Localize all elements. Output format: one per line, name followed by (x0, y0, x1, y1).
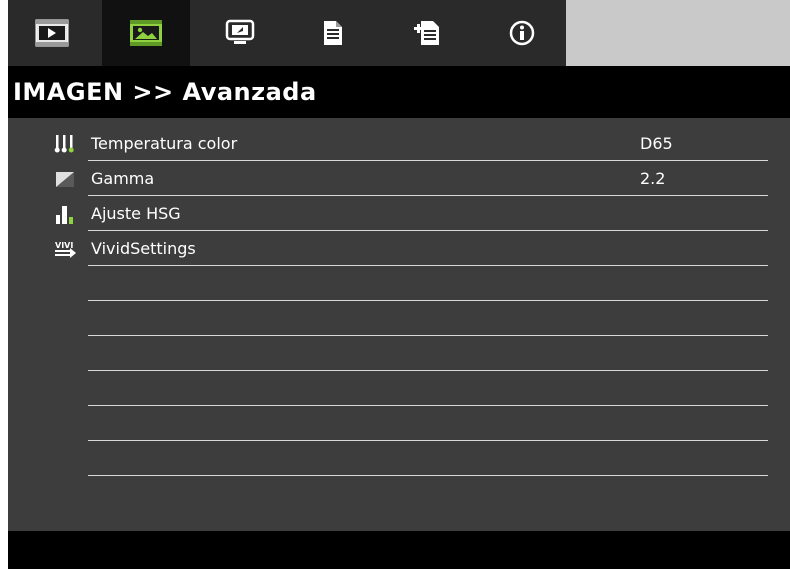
menu-item-empty (88, 266, 768, 301)
menu-item-empty (88, 336, 768, 371)
menu-item-empty (88, 371, 768, 406)
row-divider (88, 475, 768, 476)
page-title: IMAGEN >> Avanzada (13, 78, 317, 106)
tab-image[interactable] (8, 0, 96, 66)
document-plus-icon (414, 21, 439, 45)
vivid-settings-icon: VIVI (55, 241, 76, 258)
tab-info[interactable] (478, 0, 566, 66)
menu-item-label: Temperatura color (91, 134, 238, 153)
tab-setup-basic[interactable] (290, 0, 378, 66)
osd-menu: IMAGEN >> Avanzada Temperatura color D65… (8, 0, 790, 569)
tab-bar-filler (566, 0, 790, 66)
menu-item-vividsettings[interactable]: VIVI VividSettings (55, 231, 768, 266)
document-icon (324, 21, 342, 45)
menu-item-ajuste-hsg[interactable]: Ajuste HSG (56, 196, 768, 231)
picture-icon (130, 20, 162, 46)
footer-bar (8, 531, 790, 569)
tab-setup-advanced[interactable] (384, 0, 472, 66)
menu-item-temperatura-color[interactable]: Temperatura color D65 (54, 126, 768, 161)
menu-item-empty (88, 406, 768, 441)
menu-item-label: Ajuste HSG (91, 204, 181, 223)
screen-icon (225, 19, 255, 44)
display-icon (35, 19, 69, 47)
menu-item-label: Gamma (91, 169, 155, 188)
hsg-bars-icon (56, 206, 73, 224)
menu-item-value: D65 (640, 134, 673, 153)
info-icon (509, 20, 535, 46)
menu-item-value: 2.2 (640, 169, 666, 188)
gamma-icon (56, 172, 74, 187)
menu-item-gamma[interactable]: Gamma 2.2 (56, 161, 768, 196)
tab-display[interactable] (196, 0, 284, 66)
menu-item-label: VividSettings (91, 239, 196, 258)
menu-item-empty (88, 441, 768, 476)
title-bar: IMAGEN >> Avanzada (8, 66, 790, 118)
tab-bar (8, 0, 790, 66)
menu-item-empty (88, 301, 768, 336)
color-temperature-icon (54, 135, 74, 153)
tab-image-settings[interactable] (102, 0, 190, 66)
